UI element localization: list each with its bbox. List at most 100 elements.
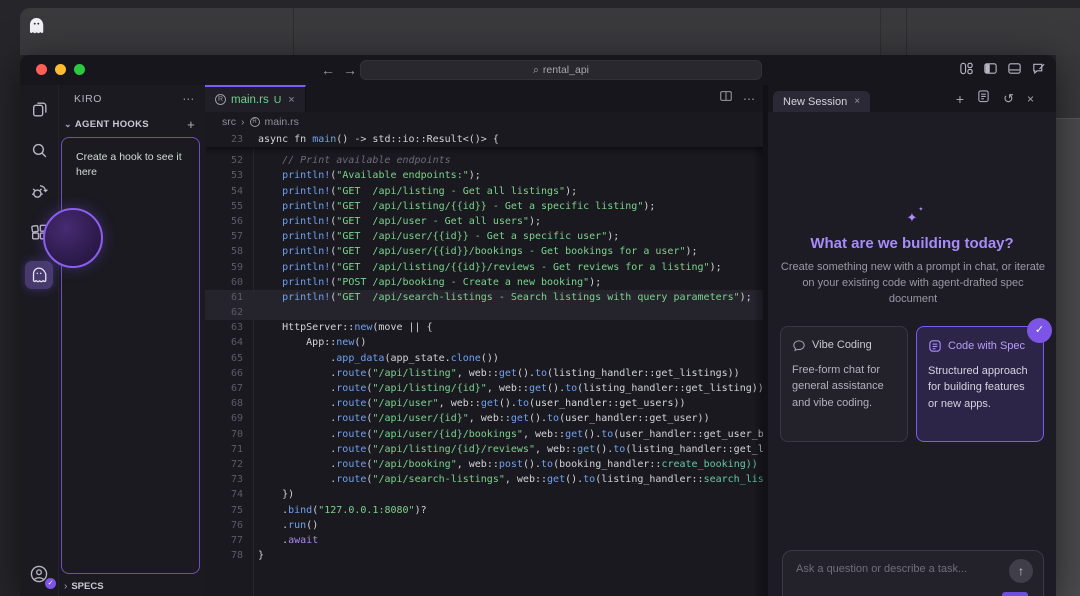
code-line[interactable]: 61 println!("GET /api/search-listings - … xyxy=(205,290,763,305)
code-line[interactable]: 69 .route("/api/user/{id}", web::get().t… xyxy=(205,411,763,426)
line-content[interactable]: .route("/api/listing", web::get().to(lis… xyxy=(243,366,740,381)
code-line[interactable]: 57 println!("GET /api/user/{{id}} - Get … xyxy=(205,229,763,244)
line-number[interactable]: 74 xyxy=(205,487,243,502)
code-line[interactable]: 70 .route("/api/user/{id}/bookings", web… xyxy=(205,427,763,442)
agent-hooks-section-header[interactable]: ⌄ AGENT HOOKS + xyxy=(59,112,205,136)
history-icon[interactable]: ↺ xyxy=(1003,91,1014,107)
line-number[interactable]: 58 xyxy=(205,244,243,259)
line-content[interactable]: .route("/api/user/{id}/bookings", web::g… xyxy=(243,427,763,442)
line-number[interactable]: 73 xyxy=(205,472,243,487)
code-line[interactable]: 74 }) xyxy=(205,487,763,502)
toggle-panel-icon[interactable] xyxy=(1007,61,1022,76)
line-number[interactable]: 70 xyxy=(205,427,243,442)
line-number[interactable]: 54 xyxy=(205,184,243,199)
line-content[interactable]: }) xyxy=(243,487,294,502)
customize-layout-icon[interactable] xyxy=(959,61,974,76)
add-hook-icon[interactable]: + xyxy=(187,117,195,132)
run-debug-icon[interactable] xyxy=(27,179,51,203)
line-number[interactable]: 75 xyxy=(205,503,243,518)
code-line[interactable]: 56 println!("GET /api/user - Get all use… xyxy=(205,214,763,229)
line-number[interactable]: 66 xyxy=(205,366,243,381)
chat-input[interactable]: Ask a question or describe a task... ↑ xyxy=(782,550,1044,596)
send-button[interactable]: ↑ xyxy=(1009,559,1033,583)
line-number[interactable]: 76 xyxy=(205,518,243,533)
line-content[interactable]: .route("/api/search-listings", web::get(… xyxy=(243,472,763,487)
line-content[interactable]: .app_data(app_state.clone()) xyxy=(243,351,499,366)
window-controls[interactable] xyxy=(36,64,85,75)
line-number[interactable]: 68 xyxy=(205,396,243,411)
code-line[interactable]: 63 HttpServer::new(move || { xyxy=(205,320,763,335)
search-sidebar-icon[interactable] xyxy=(27,138,51,162)
task-list-icon[interactable] xyxy=(977,89,990,108)
line-content[interactable]: .route("/api/user/{id}", web::get().to(u… xyxy=(243,411,710,426)
line-number[interactable]: 72 xyxy=(205,457,243,472)
line-number[interactable]: 56 xyxy=(205,214,243,229)
code-editor[interactable]: 23async fn main() -> std::io::Result<()>… xyxy=(205,132,763,596)
line-number[interactable]: 63 xyxy=(205,320,243,335)
line-number[interactable]: 55 xyxy=(205,199,243,214)
close-panel-icon[interactable]: × xyxy=(1027,92,1034,106)
minimize-window-button[interactable] xyxy=(55,64,66,75)
breadcrumb[interactable]: src › R main.rs xyxy=(205,112,763,132)
code-line[interactable]: 67 .route("/api/listing/{id}", web::get(… xyxy=(205,381,763,396)
line-content[interactable]: println!("GET /api/user/{{id}}/bookings … xyxy=(243,244,698,259)
code-line[interactable]: 54 println!("GET /api/listing - Get all … xyxy=(205,184,763,199)
code-line[interactable]: 58 println!("GET /api/user/{{id}}/bookin… xyxy=(205,244,763,259)
line-number[interactable]: 59 xyxy=(205,260,243,275)
line-content[interactable]: .bind("127.0.0.1:8080")? xyxy=(243,503,427,518)
new-session-icon[interactable]: + xyxy=(956,91,964,107)
toggle-chat-icon[interactable] xyxy=(1031,61,1046,76)
line-content[interactable]: .route("/api/listing/{id}", web::get().t… xyxy=(243,381,763,396)
code-lines[interactable]: 52 // Print available endpoints53 printl… xyxy=(205,153,763,563)
line-number[interactable]: 60 xyxy=(205,275,243,290)
maximize-window-button[interactable] xyxy=(74,64,85,75)
line-number[interactable]: 65 xyxy=(205,351,243,366)
line-content[interactable]: .run() xyxy=(243,518,318,533)
line-number[interactable]: 64 xyxy=(205,335,243,350)
code-line[interactable]: 66 .route("/api/listing", web::get().to(… xyxy=(205,366,763,381)
toggle-sidebar-icon[interactable] xyxy=(983,61,998,76)
close-window-button[interactable] xyxy=(36,64,47,75)
line-content[interactable]: .await xyxy=(243,533,318,548)
line-content[interactable]: App::new() xyxy=(243,335,366,350)
line-number[interactable]: 69 xyxy=(205,411,243,426)
vibe-coding-card[interactable]: Vibe Coding Free-form chat for general a… xyxy=(780,326,908,442)
line-number[interactable]: 23 xyxy=(205,132,243,147)
close-session-icon[interactable]: × xyxy=(854,96,860,107)
line-number[interactable]: 57 xyxy=(205,229,243,244)
code-line[interactable]: 59 println!("GET /api/listing/{{id}}/rev… xyxy=(205,260,763,275)
code-line[interactable]: 55 println!("GET /api/listing/{{id}} - G… xyxy=(205,199,763,214)
accounts-icon[interactable]: ✓ xyxy=(27,562,51,586)
code-line[interactable]: 53 println!("Available endpoints:"); xyxy=(205,168,763,183)
code-line[interactable]: 71 .route("/api/listing/{id}/reviews", w… xyxy=(205,442,763,457)
sticky-scroll-line[interactable]: 23async fn main() -> std::io::Result<()>… xyxy=(205,132,763,147)
split-editor-icon[interactable] xyxy=(719,89,733,108)
line-content[interactable]: println!("GET /api/user/{{id}} - Get a s… xyxy=(243,229,619,244)
line-number[interactable]: 62 xyxy=(205,305,243,320)
line-content[interactable]: } xyxy=(243,548,264,563)
code-line[interactable]: 65 .app_data(app_state.clone()) xyxy=(205,351,763,366)
line-number[interactable]: 53 xyxy=(205,168,243,183)
command-center-search[interactable]: ⌕ rental_api xyxy=(360,60,762,80)
line-number[interactable]: 67 xyxy=(205,381,243,396)
code-line[interactable]: 75 .bind("127.0.0.1:8080")? xyxy=(205,503,763,518)
code-line[interactable]: 72 .route("/api/booking", web::post().to… xyxy=(205,457,763,472)
line-content[interactable]: HttpServer::new(move || { xyxy=(243,320,433,335)
close-tab-icon[interactable]: × xyxy=(288,94,294,106)
line-content[interactable]: println!("GET /api/listing/{{id}} - Get … xyxy=(243,199,655,214)
explorer-icon[interactable] xyxy=(27,97,51,121)
line-number[interactable]: 52 xyxy=(205,153,243,168)
line-content[interactable]: println!("GET /api/user - Get all users"… xyxy=(243,214,541,229)
line-number[interactable]: 71 xyxy=(205,442,243,457)
code-line[interactable]: 62 xyxy=(205,305,763,320)
session-tab[interactable]: New Session × xyxy=(773,91,870,112)
code-line[interactable]: 64 App::new() xyxy=(205,335,763,350)
breadcrumb-folder[interactable]: src xyxy=(222,116,236,128)
line-number[interactable]: 61 xyxy=(205,290,243,305)
navigate-forward-button[interactable]: → xyxy=(340,60,360,80)
breadcrumb-file[interactable]: main.rs xyxy=(265,116,299,128)
code-line[interactable]: 52 // Print available endpoints xyxy=(205,153,763,168)
sticky-code-line[interactable]: 23async fn main() -> std::io::Result<()>… xyxy=(205,132,763,147)
line-content[interactable]: println!("GET /api/search-listings - Sea… xyxy=(243,290,752,305)
line-content[interactable]: println!("Available endpoints:"); xyxy=(243,168,481,183)
